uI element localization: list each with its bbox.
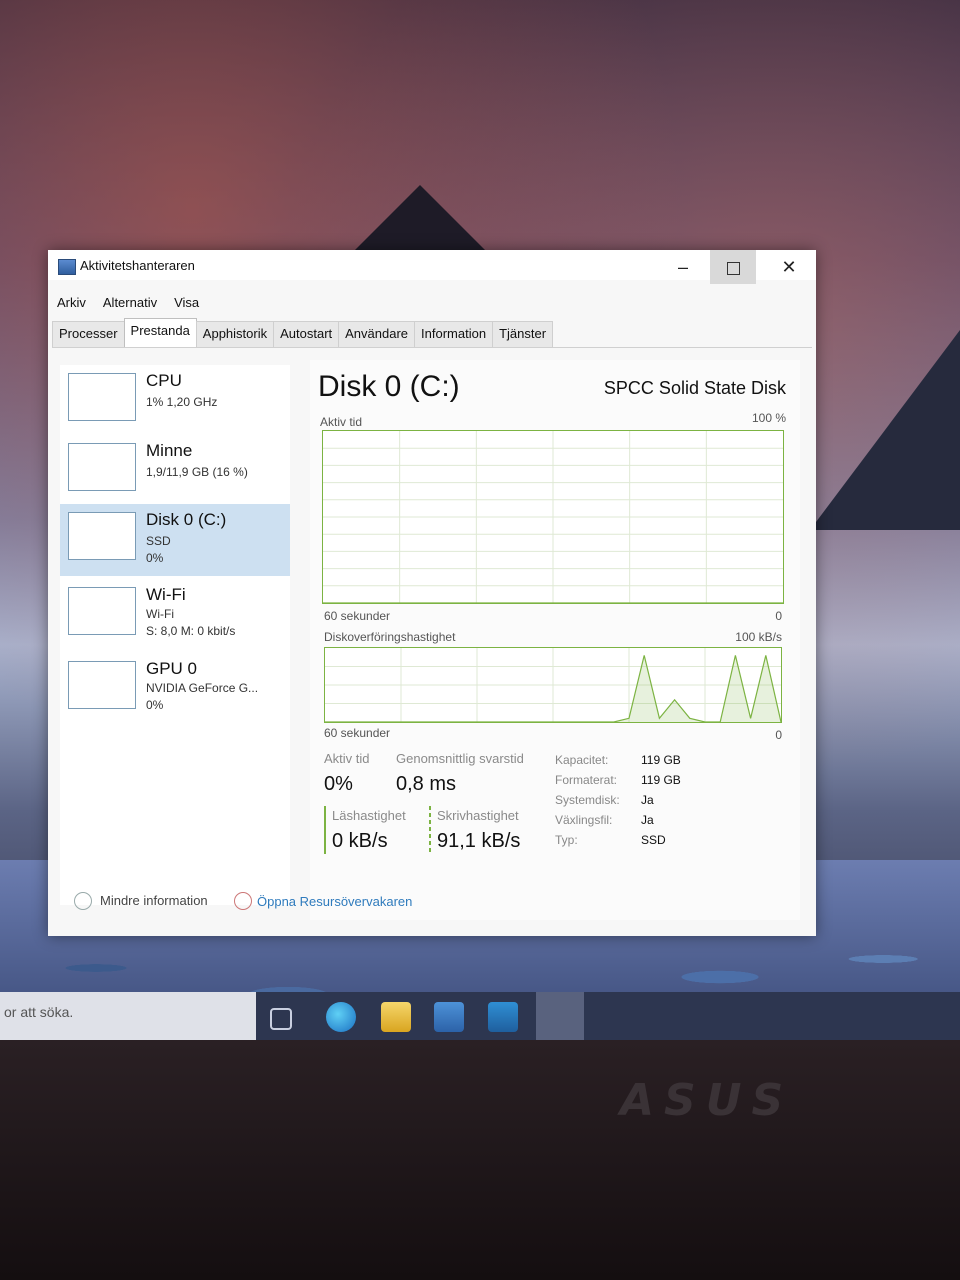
sidebar-item-memory[interactable]: Minne 1,9/11,9 GB (16 %) xyxy=(60,435,290,507)
chevron-up-icon xyxy=(74,892,92,910)
write-speed-indicator xyxy=(429,806,431,854)
transfer-rate-graph-svg xyxy=(325,648,781,722)
response-time-value: 0,8 ms xyxy=(396,773,457,795)
maximize-button[interactable] xyxy=(710,250,756,284)
transfer-graph-label: Diskoverföringshastighet xyxy=(324,630,456,644)
read-speed-value: 0 kB/s xyxy=(332,830,388,852)
active-time-graph-svg xyxy=(323,431,783,603)
formatted-label: Formaterat: xyxy=(555,773,618,787)
disk-thumbnail-graph xyxy=(68,512,136,560)
read-speed-indicator xyxy=(324,806,326,854)
menu-arkiv[interactable]: Arkiv xyxy=(57,295,86,310)
maximize-icon xyxy=(726,261,740,275)
task-manager-taskbar-button[interactable] xyxy=(536,992,584,1044)
file-explorer-icon[interactable] xyxy=(381,1002,411,1032)
resource-monitor-icon xyxy=(234,892,252,910)
tab-anvandare[interactable]: Användare xyxy=(338,321,416,347)
sidebar-item-gpu[interactable]: GPU 0 NVIDIA GeForce G... 0% xyxy=(60,653,290,725)
tab-apphistorik[interactable]: Apphistorik xyxy=(195,321,275,347)
task-view-icon[interactable] xyxy=(270,1008,292,1030)
sidebar-item-cpu[interactable]: CPU 1% 1,20 GHz xyxy=(60,365,290,437)
title-bar[interactable]: Aktivitetshanteraren – ✕ xyxy=(48,250,816,284)
window-title: Aktivitetshanteraren xyxy=(80,258,195,273)
sidebar-item-title: CPU xyxy=(146,371,182,390)
sidebar-item-detail: 1% 1,20 GHz xyxy=(146,395,218,409)
laptop-bezel xyxy=(0,1040,960,1280)
less-info-button[interactable]: Mindre information xyxy=(100,893,208,908)
menu-visa[interactable]: Visa xyxy=(174,295,199,310)
task-manager-window: Aktivitetshanteraren – ✕ Arkiv Alternativ… xyxy=(48,250,816,936)
transfer-graph-max: 100 kB/s xyxy=(735,630,782,644)
taskbar-search-input[interactable]: or att söka. xyxy=(0,992,256,1044)
disk-model: SPCC Solid State Disk xyxy=(603,378,786,398)
sidebar-item-title: Disk 0 (C:) xyxy=(146,510,227,529)
sidebar-item-detail: 0% xyxy=(146,551,164,565)
transfer-graph-min: 0 xyxy=(775,728,782,742)
tab-bar: Processer Prestanda Apphistorik Autostar… xyxy=(52,318,812,348)
disk-title: Disk 0 (C:) xyxy=(318,370,460,403)
performance-sidebar: CPU 1% 1,20 GHz Minne 1,9/11,9 GB (16 %)… xyxy=(60,365,290,905)
wifi-thumbnail-graph xyxy=(68,587,136,635)
open-resource-monitor-link[interactable]: Öppna Resursövervakaren xyxy=(257,894,412,909)
taskbar: or att söka. xyxy=(0,992,960,1044)
gpu-thumbnail-graph xyxy=(68,661,136,709)
active-time-graph-max: 100 % xyxy=(751,411,786,425)
menu-bar: Arkiv Alternativ Visa xyxy=(48,294,816,314)
tab-tjanster[interactable]: Tjänster xyxy=(492,321,554,347)
memory-thumbnail-graph xyxy=(68,443,136,491)
active-time-graph-min: 0 xyxy=(775,609,782,623)
menu-alternativ[interactable]: Alternativ xyxy=(103,295,157,310)
close-button[interactable]: ✕ xyxy=(766,250,812,284)
mail-icon[interactable] xyxy=(488,1002,518,1032)
sidebar-item-detail: 1,9/11,9 GB (16 %) xyxy=(146,465,248,479)
system-disk-value: Ja xyxy=(641,793,654,807)
tab-processer[interactable]: Processer xyxy=(52,321,125,347)
sidebar-item-detail: SSD xyxy=(146,534,171,548)
sidebar-item-detail: S: 8,0 M: 0 kbit/s xyxy=(146,624,236,638)
sidebar-item-wifi[interactable]: Wi-Fi Wi-Fi S: 8,0 M: 0 kbit/s xyxy=(60,579,290,651)
write-speed-value: 91,1 kB/s xyxy=(437,830,521,852)
laptop-logo: ASUS xyxy=(620,1075,794,1126)
active-time-graph xyxy=(322,430,784,604)
sidebar-item-disk[interactable]: Disk 0 (C:) SSD 0% xyxy=(60,504,290,576)
tab-prestanda[interactable]: Prestanda xyxy=(123,318,197,347)
sidebar-item-detail: NVIDIA GeForce G... xyxy=(146,681,259,695)
sidebar-item-title: Wi-Fi xyxy=(146,585,186,604)
cpu-thumbnail-graph xyxy=(68,373,136,421)
formatted-value: 119 GB xyxy=(641,773,681,787)
sidebar-item-title: GPU 0 xyxy=(146,659,198,678)
footer-bar: Mindre information Öppna Resursövervakar… xyxy=(48,880,816,920)
sidebar-item-detail: Wi-Fi xyxy=(146,607,174,621)
active-time-graph-label: Aktiv tid xyxy=(320,415,363,429)
minimize-button[interactable]: – xyxy=(660,250,706,284)
sidebar-item-title: Minne xyxy=(146,441,193,460)
type-value: SSD xyxy=(641,833,666,847)
sidebar-item-detail: 0% xyxy=(146,698,164,712)
read-speed-label: Läshastighet xyxy=(332,808,406,823)
transfer-rate-graph xyxy=(324,647,782,723)
page-file-value: Ja xyxy=(641,813,654,827)
transfer-graph-duration: 60 sekunder xyxy=(324,726,391,740)
tab-information[interactable]: Information xyxy=(414,321,494,347)
capacity-value: 119 GB xyxy=(641,753,681,767)
microsoft-store-icon[interactable] xyxy=(434,1002,464,1032)
wallpaper-mountain-right xyxy=(810,330,960,530)
active-time-graph-duration: 60 sekunder xyxy=(324,609,391,623)
response-time-label: Genomsnittlig svarstid xyxy=(396,751,524,766)
active-time-label: Aktiv tid xyxy=(324,751,370,766)
tab-autostart[interactable]: Autostart xyxy=(273,321,340,347)
type-label: Typ: xyxy=(555,833,578,847)
edge-browser-icon[interactable] xyxy=(326,1002,356,1032)
write-speed-label: Skrivhastighet xyxy=(437,808,519,823)
capacity-label: Kapacitet: xyxy=(555,753,609,767)
disk-detail-panel: Disk 0 (C:) SPCC Solid State Disk Aktiv … xyxy=(310,360,800,920)
active-time-value: 0% xyxy=(324,773,353,795)
task-manager-icon xyxy=(58,259,76,275)
page-file-label: Växlingsfil: xyxy=(555,813,613,827)
system-disk-label: Systemdisk: xyxy=(555,793,620,807)
